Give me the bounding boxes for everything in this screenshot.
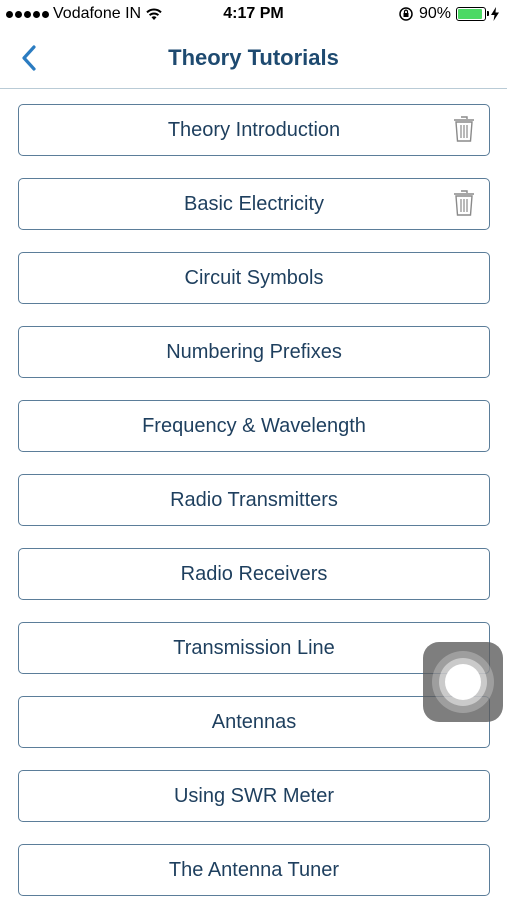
list-item[interactable]: Using SWR Meter (18, 770, 490, 822)
list-item[interactable]: Radio Transmitters (18, 474, 490, 526)
list-item[interactable]: Circuit Symbols (18, 252, 490, 304)
orientation-lock-icon (399, 7, 413, 21)
list-item-label: Frequency & Wavelength (142, 414, 366, 437)
list-item[interactable]: Basic Electricity (18, 178, 490, 230)
list-item[interactable]: Theory Introduction (18, 104, 490, 156)
page-title: Theory Tutorials (168, 45, 339, 70)
list-item-label: Antennas (211, 710, 297, 733)
battery-percent: 90% (418, 5, 451, 22)
assistive-touch-button[interactable] (423, 642, 503, 722)
tutorial-list: Theory Introduction Basic Electricity Ci… (18, 104, 490, 918)
list-item-label: Using SWR Meter (173, 784, 335, 807)
assistive-touch-icon (432, 651, 494, 713)
list-item-label: Theory Introduction (167, 118, 341, 141)
list-item-label: Basic Electricity (183, 192, 325, 215)
battery-fill (458, 9, 483, 19)
list-item[interactable]: Radio Receivers (18, 548, 490, 600)
list-item-label: Circuit Symbols (184, 266, 324, 289)
battery-icon (456, 7, 489, 21)
status-bar: Vodafone IN 4:17 PM 90% (0, 0, 507, 30)
list-item-label: The Antenna Tuner (168, 858, 340, 881)
list-item-label: Radio Receivers (180, 562, 328, 585)
trash-icon[interactable] (453, 189, 475, 217)
charging-bolt-icon (491, 7, 499, 21)
navigation-bar: Theory Tutorials (0, 30, 507, 89)
trash-icon[interactable] (453, 115, 475, 143)
list-item-label: Radio Transmitters (170, 488, 338, 511)
list-item[interactable]: Transmission Line (18, 622, 490, 674)
list-item[interactable]: Frequency & Wavelength (18, 400, 490, 452)
status-right: 90% (398, 5, 499, 23)
list-item[interactable]: Antennas (18, 696, 490, 748)
list-item-label: Transmission Line (173, 636, 335, 659)
list-item-label: Numbering Prefixes (166, 340, 342, 363)
list-item[interactable]: The Antenna Tuner (18, 844, 490, 896)
list-item[interactable]: Numbering Prefixes (18, 326, 490, 378)
